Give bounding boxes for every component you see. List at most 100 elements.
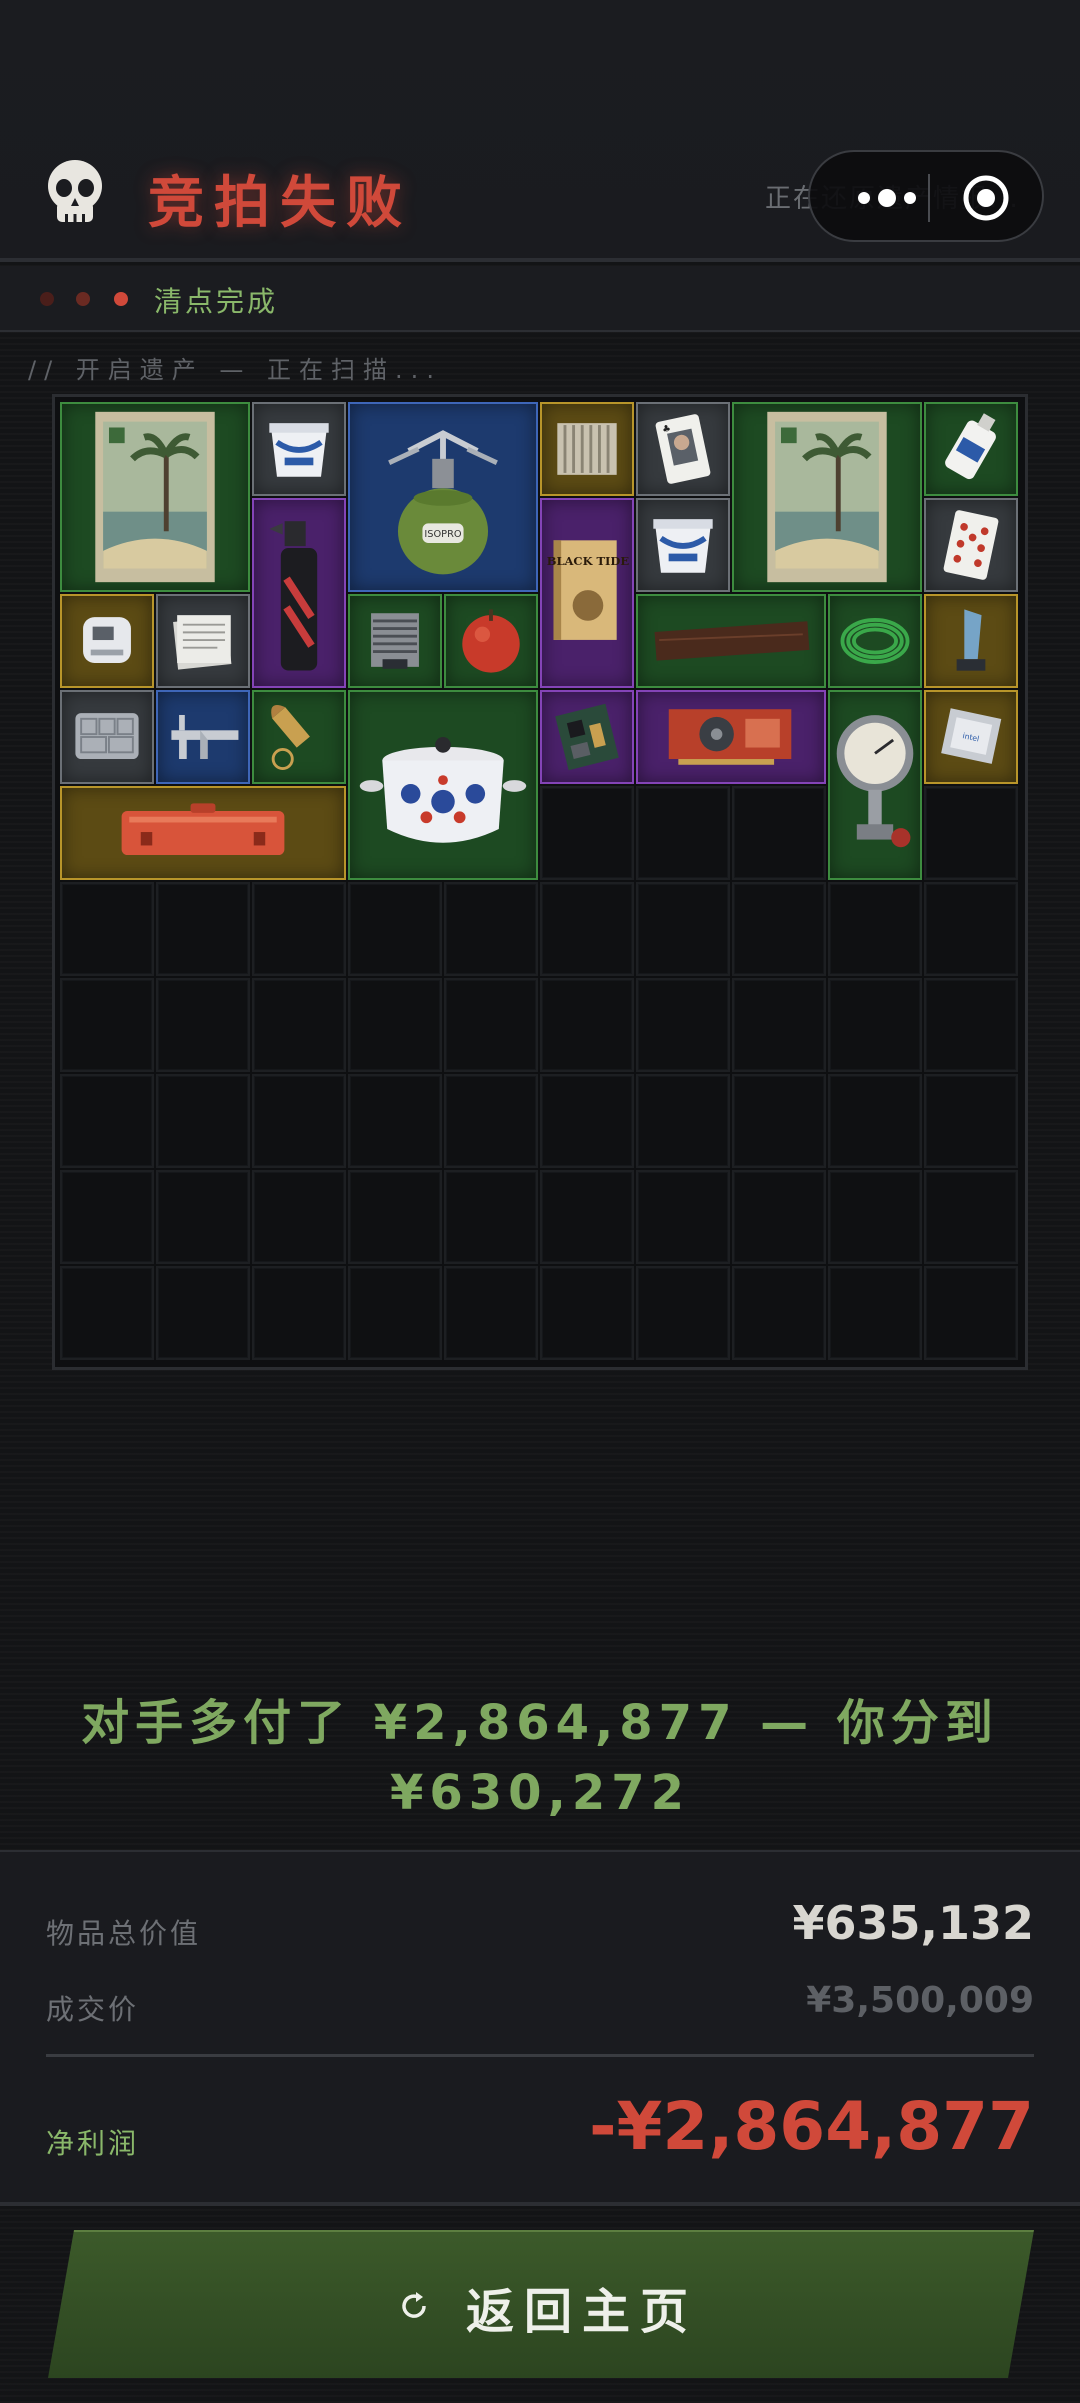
grid-cell — [540, 882, 634, 976]
item-bullet-keychain[interactable] — [252, 690, 346, 784]
result-message-line1: 对手多付了 ¥2,864,877 — 你分到 — [81, 1695, 999, 1751]
grid-cell — [732, 786, 826, 880]
grid-cell — [732, 1170, 826, 1264]
grid-cell — [348, 1266, 442, 1360]
grid-cell — [444, 1170, 538, 1264]
item-blow-torch[interactable] — [252, 498, 346, 688]
grid-cell — [732, 1266, 826, 1360]
grid-cell — [348, 1074, 442, 1168]
step-dot-3 — [114, 292, 128, 306]
scan-status-text: // 开启遗产 — 正在扫描... — [28, 356, 442, 384]
grid-cell — [540, 1266, 634, 1360]
grid-cell — [924, 786, 1018, 880]
item-black-tide-book[interactable]: BLACK TIDE — [540, 498, 634, 688]
item-heatsink-block[interactable] — [540, 402, 634, 496]
item-camping-stove[interactable]: ISOPRO — [348, 402, 538, 592]
grid-cell — [348, 978, 442, 1072]
return-home-label: 返回主页 — [466, 2284, 699, 2340]
item-playing-card-hearts[interactable] — [924, 498, 1018, 592]
grid-cell — [924, 1266, 1018, 1360]
grid-cell — [540, 978, 634, 1072]
target-close-icon[interactable] — [962, 174, 1010, 222]
grid-cell — [252, 1266, 346, 1360]
item-beach-poster[interactable] — [60, 402, 250, 592]
step-dot-1 — [40, 292, 54, 306]
item-beach-poster[interactable] — [732, 402, 922, 592]
grid-cell — [252, 978, 346, 1072]
grid-cell — [156, 1266, 250, 1360]
skull-icon — [44, 158, 106, 228]
item-plastic-organizer[interactable] — [60, 690, 154, 784]
item-enamel-pot[interactable] — [348, 690, 538, 880]
item-crystal-trophy[interactable] — [924, 594, 1018, 688]
item-yogurt-cup[interactable] — [636, 498, 730, 592]
grid-cell — [732, 882, 826, 976]
grid-cell — [60, 978, 154, 1072]
grid-cell — [828, 1266, 922, 1360]
net-profit-amount: -¥2,864,877 — [589, 2088, 1034, 2165]
item-graphics-card[interactable] — [636, 690, 826, 784]
svg-text:BLACK TIDE: BLACK TIDE — [547, 554, 630, 568]
summary-panel: 物品总价值 ¥635,132 成交价 ¥3,500,009 净利润 -¥2,86… — [0, 1850, 1080, 2206]
grid-cell — [540, 1074, 634, 1168]
step-dot-2 — [76, 292, 90, 306]
grid-cell — [60, 882, 154, 976]
capsule-divider — [928, 174, 930, 222]
item-cpu-chip[interactable]: intel — [924, 690, 1018, 784]
grid-cell — [924, 978, 1018, 1072]
grid-cell — [252, 1170, 346, 1264]
item-green-hose-coil[interactable] — [828, 594, 922, 688]
item-medical-device[interactable] — [60, 594, 154, 688]
total-value-label: 物品总价值 — [46, 1917, 202, 1950]
progress-bar: 清点完成 — [0, 266, 1080, 332]
grid-cell — [732, 978, 826, 1072]
mini-program-capsule — [808, 150, 1044, 242]
more-dots-icon[interactable] — [842, 180, 932, 216]
grid-cell — [636, 978, 730, 1072]
grid-cell — [60, 1170, 154, 1264]
grid-cell — [636, 1170, 730, 1264]
item-orange-hard-case[interactable] — [60, 786, 346, 880]
grid-cell — [60, 1074, 154, 1168]
grid-cell — [156, 882, 250, 976]
grid-cell — [540, 786, 634, 880]
net-profit-label: 净利润 — [46, 2127, 140, 2160]
item-document-stack[interactable] — [156, 594, 250, 688]
item-circuit-board[interactable] — [540, 690, 634, 784]
grid-cell — [540, 1170, 634, 1264]
grid-cell — [828, 978, 922, 1072]
grid-cell — [636, 786, 730, 880]
header-bar: 竞拍失败 正在还原遗产情报... — [0, 0, 1080, 262]
deal-price-label: 成交价 — [46, 1993, 140, 2026]
grid-cell — [828, 882, 922, 976]
grid-cell — [636, 1074, 730, 1168]
grid-cell — [924, 882, 1018, 976]
item-yogurt-cup[interactable] — [252, 402, 346, 496]
svg-text:ISOPRO: ISOPRO — [424, 529, 461, 540]
deal-price-amount: ¥3,500,009 — [806, 1980, 1034, 2021]
result-message: 对手多付了 ¥2,864,877 — 你分到 ¥630,272 — [60, 1688, 1020, 1828]
grid-cell — [828, 1170, 922, 1264]
grid-cell — [156, 1170, 250, 1264]
grid-cell — [828, 1074, 922, 1168]
result-message-line2: ¥630,272 — [389, 1765, 691, 1821]
grid-cell — [348, 882, 442, 976]
page-title: 竞拍失败 — [148, 171, 412, 236]
grid-cell — [444, 1266, 538, 1360]
item-pressure-gauge[interactable] — [828, 690, 922, 880]
item-wooden-plank[interactable] — [636, 594, 826, 688]
item-sos-glue-tube[interactable] — [924, 402, 1018, 496]
total-value-amount: ¥635,132 — [792, 1896, 1034, 1950]
grid-cell — [156, 978, 250, 1072]
item-caliper[interactable] — [156, 690, 250, 784]
grid-cell — [444, 1074, 538, 1168]
return-home-button[interactable]: 返回主页 — [48, 2230, 1034, 2378]
item-playing-card-jack[interactable]: ♣ — [636, 402, 730, 496]
grid-cell — [924, 1074, 1018, 1168]
summary-divider — [46, 2054, 1034, 2057]
grid-cell — [348, 1170, 442, 1264]
grid-cell — [732, 1074, 826, 1168]
item-cpu-cooler[interactable] — [348, 594, 442, 688]
item-apple[interactable] — [444, 594, 538, 688]
inventory-grid: ISOPRO ♣ BLACK TIDE intel — [52, 394, 1028, 1370]
